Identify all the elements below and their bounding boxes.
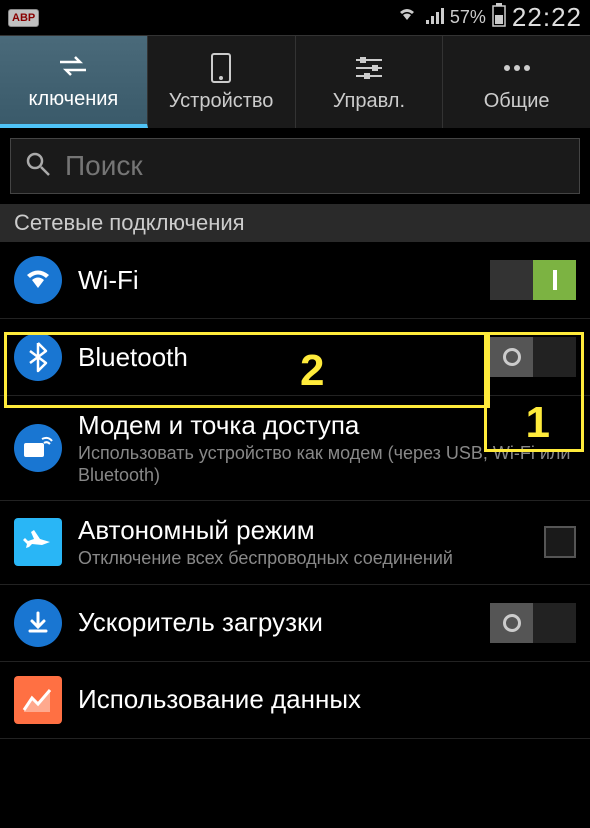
airplane-checkbox[interactable] bbox=[544, 526, 576, 558]
section-header-network: Сетевые подключения bbox=[0, 204, 590, 242]
tab-general[interactable]: Общие bbox=[443, 36, 590, 128]
wifi-icon bbox=[14, 256, 62, 304]
setting-airplane[interactable]: Автономный режим Отключение всех беспров… bbox=[0, 501, 590, 585]
setting-subtitle: Использовать устройство как модем (через… bbox=[78, 443, 576, 486]
setting-tethering[interactable]: Модем и точка доступа Использовать устро… bbox=[0, 396, 590, 501]
search-box[interactable] bbox=[10, 138, 580, 194]
tab-connections[interactable]: ключения bbox=[0, 36, 148, 128]
airplane-icon bbox=[14, 518, 62, 566]
connections-icon bbox=[56, 50, 90, 82]
setting-bluetooth[interactable]: Bluetooth bbox=[0, 319, 590, 396]
settings-tabs: ключения Устройство Управл. Общие bbox=[0, 36, 590, 128]
sliders-icon bbox=[354, 52, 384, 84]
download-booster-icon bbox=[14, 599, 62, 647]
wifi-toggle[interactable] bbox=[490, 260, 576, 300]
search-input[interactable] bbox=[65, 150, 565, 182]
bluetooth-toggle[interactable] bbox=[490, 337, 576, 377]
battery-icon bbox=[492, 3, 506, 32]
abp-icon: ABP bbox=[8, 9, 39, 27]
setting-title: Использование данных bbox=[78, 684, 576, 715]
wifi-icon bbox=[396, 6, 418, 29]
setting-download-booster[interactable]: Ускоритель загрузки bbox=[0, 585, 590, 662]
setting-title: Автономный режим bbox=[78, 515, 528, 546]
setting-title: Ускоритель загрузки bbox=[78, 607, 474, 638]
battery-percent: 57% bbox=[450, 7, 486, 28]
bluetooth-icon bbox=[14, 333, 62, 381]
tab-label: ключения bbox=[28, 88, 118, 111]
device-icon bbox=[211, 52, 231, 84]
data-usage-icon bbox=[14, 676, 62, 724]
setting-data-usage[interactable]: Использование данных bbox=[0, 662, 590, 739]
setting-title: Wi-Fi bbox=[78, 265, 474, 296]
tab-label: Устройство bbox=[169, 90, 274, 113]
search-icon bbox=[25, 151, 51, 182]
tab-controls[interactable]: Управл. bbox=[296, 36, 444, 128]
booster-toggle[interactable] bbox=[490, 603, 576, 643]
status-bar: ABP 57% 22:22 bbox=[0, 0, 590, 36]
setting-title: Модем и точка доступа bbox=[78, 410, 576, 441]
more-icon bbox=[502, 52, 532, 84]
tab-device[interactable]: Устройство bbox=[148, 36, 296, 128]
setting-title: Bluetooth bbox=[78, 342, 474, 373]
clock: 22:22 bbox=[512, 2, 582, 33]
signal-icon bbox=[424, 6, 444, 29]
setting-wifi[interactable]: Wi-Fi bbox=[0, 242, 590, 319]
setting-subtitle: Отключение всех беспроводных соединений bbox=[78, 548, 528, 570]
tethering-icon bbox=[14, 424, 62, 472]
tab-label: Общие bbox=[484, 90, 550, 113]
tab-label: Управл. bbox=[333, 90, 405, 113]
